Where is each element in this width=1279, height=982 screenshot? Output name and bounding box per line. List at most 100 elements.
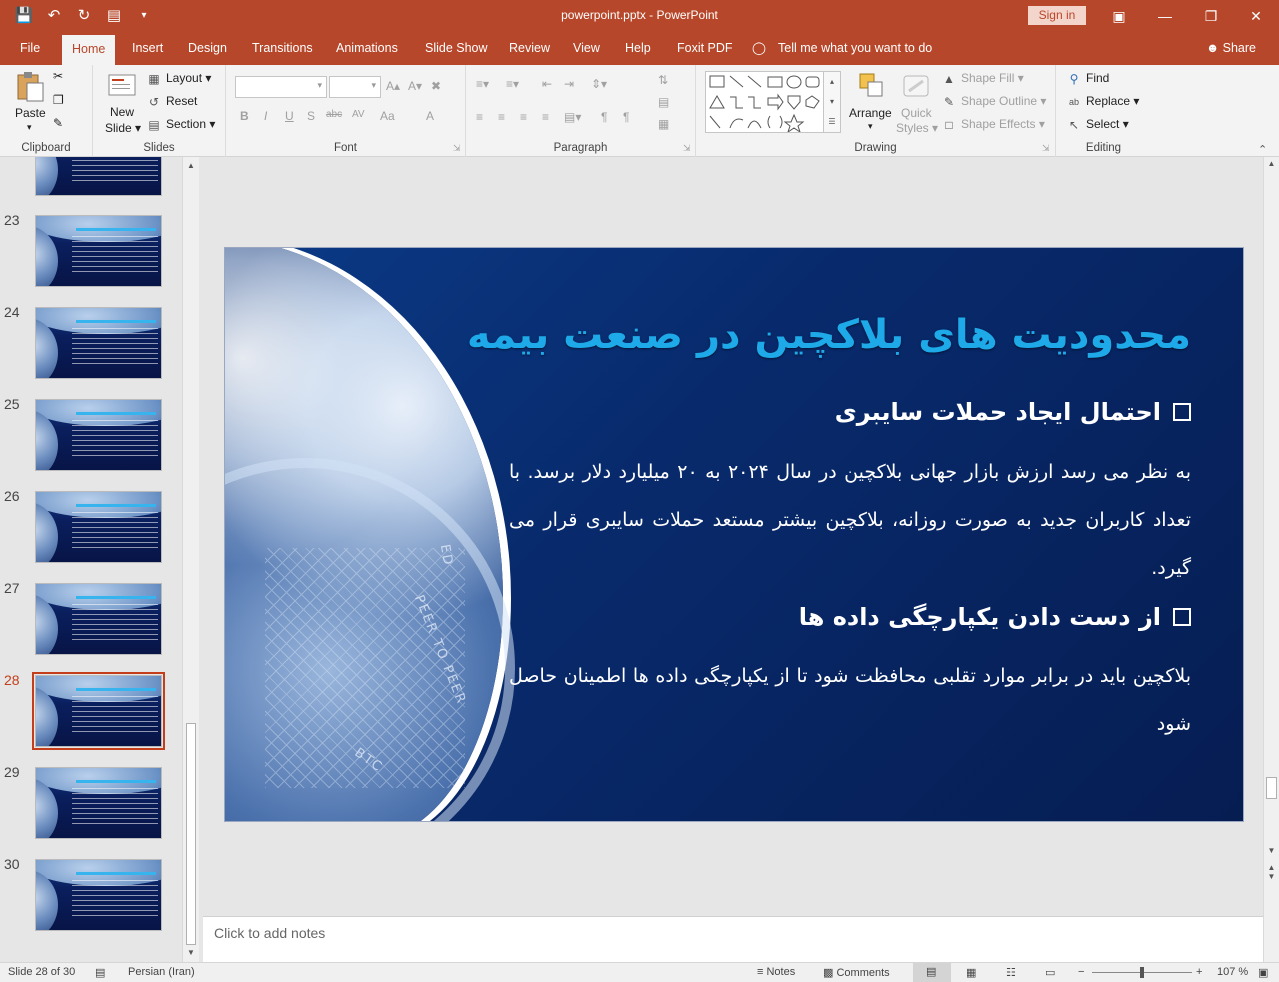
decrease-font-icon[interactable]: A▾ <box>408 79 422 93</box>
shadow-button[interactable]: S <box>307 109 315 123</box>
restore-button[interactable]: ❐ <box>1188 0 1234 32</box>
font-color-button[interactable]: A <box>426 109 434 123</box>
strikethrough-button[interactable]: abc <box>326 109 342 120</box>
tab-view[interactable]: View <box>563 32 610 65</box>
normal-view-button[interactable]: ▤ <box>913 963 951 982</box>
tab-transitions[interactable]: Transitions <box>242 32 323 65</box>
slide-thumbnail[interactable] <box>35 307 162 379</box>
slide-scrollbar[interactable]: ▲ ▼ ▲ ▼ <box>1263 157 1279 962</box>
italic-button[interactable]: I <box>264 109 267 123</box>
previous-slide-icon[interactable]: ▲ ▼ <box>1264 863 1279 881</box>
shape-fill-button[interactable]: ▲ Shape Fill ▾ <box>941 71 1024 86</box>
notes-toggle[interactable]: ≡ Notes <box>757 966 795 978</box>
spelling-icon[interactable]: ▤ <box>95 966 105 979</box>
shapes-gallery[interactable] <box>705 71 835 134</box>
tab-file[interactable]: File <box>10 32 50 65</box>
format-painter-icon[interactable]: ✎ <box>53 116 63 130</box>
bullet-heading-2[interactable]: از دست دادن یکپارچگی داده ها <box>799 603 1191 631</box>
new-slide-icon[interactable] <box>107 71 137 101</box>
language-indicator[interactable]: Persian (Iran) <box>128 966 195 978</box>
font-name-dropdown[interactable]: ▾ <box>235 76 327 98</box>
sign-in-button[interactable]: Sign in <box>1028 6 1086 25</box>
tab-insert[interactable]: Insert <box>122 32 173 65</box>
tab-animations[interactable]: Animations <box>326 32 408 65</box>
arrange-dropdown-icon[interactable]: ▾ <box>868 121 873 132</box>
slide-title[interactable]: محدودیت های بلاکچین در صنعت بیمه <box>467 312 1191 358</box>
drawing-dialog-launcher-icon[interactable]: ⇲ <box>1042 143 1050 154</box>
scroll-up-icon[interactable]: ▲ <box>183 159 199 173</box>
smartart-icon[interactable]: ▦ <box>658 117 669 131</box>
slide-thumbnail[interactable] <box>35 859 162 931</box>
zoom-in-button[interactable]: + <box>1196 966 1202 978</box>
zoom-out-button[interactable]: − <box>1078 966 1084 978</box>
underline-button[interactable]: U <box>285 109 294 123</box>
paste-icon[interactable] <box>15 71 45 102</box>
bullet-paragraph-1[interactable]: به نظر می رسد ارزش بازار جهانی بلاکچین د… <box>509 448 1191 592</box>
slide-thumbnail-selected[interactable] <box>35 675 162 747</box>
increase-font-icon[interactable]: A▴ <box>386 79 400 93</box>
numbering-icon[interactable]: ≡▾ <box>506 77 519 91</box>
tab-home[interactable]: Home <box>62 35 116 65</box>
change-case-button[interactable]: Aa <box>380 109 395 123</box>
scroll-up-icon[interactable]: ▲ <box>1264 159 1279 168</box>
justify-icon[interactable]: ≡ <box>542 110 549 124</box>
minimize-button[interactable]: — <box>1142 0 1188 32</box>
find-button[interactable]: ⚲ Find <box>1066 71 1110 86</box>
section-button[interactable]: ▤ Section ▾ <box>146 117 215 132</box>
fit-to-window-icon[interactable]: ▣ <box>1258 966 1268 979</box>
bullets-icon[interactable]: ≡▾ <box>476 77 489 91</box>
align-text-icon[interactable]: ▤ <box>658 95 669 109</box>
share-button[interactable]: ☻ Share <box>1206 32 1256 65</box>
tab-foxit-pdf[interactable]: Foxit PDF <box>667 32 743 65</box>
notes-pane[interactable]: Click to add notes <box>203 916 1263 962</box>
slide-sorter-icon[interactable]: ▦ <box>966 966 976 979</box>
scroll-down-icon[interactable]: ▼ <box>183 946 199 960</box>
slide-thumbnail[interactable] <box>35 157 162 196</box>
character-spacing-button[interactable]: AV <box>352 109 365 120</box>
paragraph-dialog-launcher-icon[interactable]: ⇲ <box>683 143 691 154</box>
slide-thumbnail[interactable] <box>35 399 162 471</box>
bullet-heading-1[interactable]: احتمال ایجاد حملات سایبری <box>835 398 1191 426</box>
scroll-down-icon[interactable]: ▼ <box>1264 846 1279 855</box>
paste-dropdown-icon[interactable]: ▾ <box>27 122 32 133</box>
slide-thumbnail[interactable] <box>35 767 162 839</box>
rtl-icon[interactable]: ¶ <box>601 110 607 124</box>
align-left-icon[interactable]: ≡ <box>476 110 483 124</box>
arrange-icon[interactable] <box>857 71 887 101</box>
comments-toggle[interactable]: ▩ Comments <box>823 966 890 979</box>
thumbnail-scrollbar[interactable]: ▲ ▼ <box>182 157 199 962</box>
decrease-indent-icon[interactable]: ⇤ <box>542 77 552 91</box>
slide-thumbnail[interactable] <box>35 215 162 287</box>
scrollbar-thumb[interactable] <box>186 723 196 945</box>
quick-styles-label-2[interactable]: Styles ▾ <box>896 121 938 135</box>
zoom-slider-handle[interactable] <box>1140 967 1144 978</box>
ribbon-display-options-icon[interactable]: ▣ <box>1096 0 1142 32</box>
tab-help[interactable]: Help <box>615 32 661 65</box>
slide-thumbnail[interactable] <box>35 583 162 655</box>
scrollbar-thumb[interactable] <box>1266 777 1277 799</box>
font-size-dropdown[interactable]: ▾ <box>329 76 381 98</box>
shapes-gallery-scroll[interactable]: ▴ ▾ ☰ <box>823 71 841 133</box>
font-dialog-launcher-icon[interactable]: ⇲ <box>453 143 461 154</box>
paste-button[interactable]: Paste <box>15 106 46 120</box>
bold-button[interactable]: B <box>240 109 249 123</box>
align-center-icon[interactable]: ≡ <box>498 110 505 124</box>
layout-button[interactable]: ▦ Layout ▾ <box>146 71 211 86</box>
slide-show-icon[interactable]: ▭ <box>1045 966 1055 979</box>
cut-icon[interactable]: ✂ <box>53 69 63 83</box>
select-button[interactable]: ↖ Select ▾ <box>1066 117 1129 132</box>
new-slide-label-2[interactable]: Slide ▾ <box>105 121 141 135</box>
slide-thumbnail[interactable] <box>35 491 162 563</box>
quick-styles-icon[interactable] <box>901 71 931 101</box>
tab-review[interactable]: Review <box>499 32 560 65</box>
new-slide-button[interactable]: New <box>110 105 134 119</box>
arrange-button[interactable]: Arrange <box>849 106 892 120</box>
ltr-icon[interactable]: ¶ <box>623 110 629 124</box>
replace-button[interactable]: ab Replace ▾ <box>1066 94 1139 109</box>
columns-icon[interactable]: ▤▾ <box>564 110 581 124</box>
reset-button[interactable]: ↺ Reset <box>146 94 197 109</box>
reading-view-icon[interactable]: ☷ <box>1006 966 1016 979</box>
tab-design[interactable]: Design <box>178 32 237 65</box>
align-right-icon[interactable]: ≡ <box>520 110 527 124</box>
increase-indent-icon[interactable]: ⇥ <box>564 77 574 91</box>
